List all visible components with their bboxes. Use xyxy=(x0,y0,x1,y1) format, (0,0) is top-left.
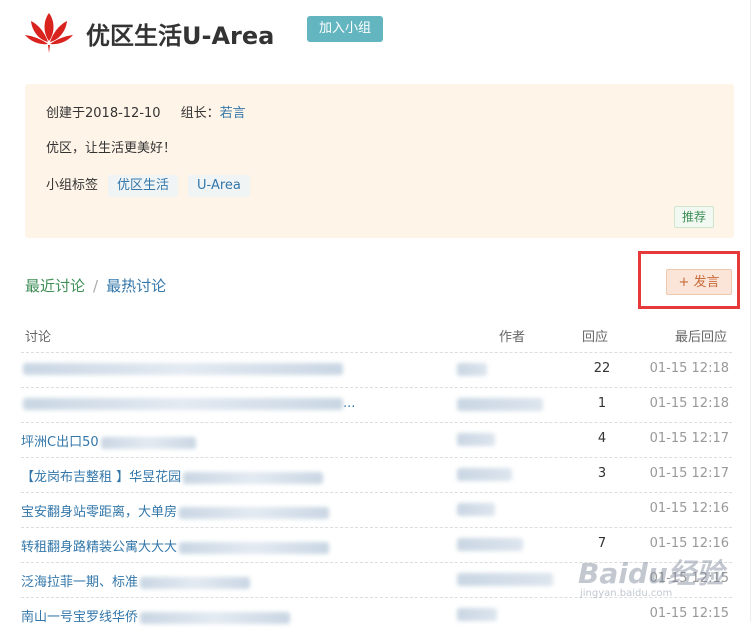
group-tags: 小组标签 优区生活 U-Area xyxy=(46,174,250,197)
watermark-main: Baidu经验 xyxy=(578,557,724,590)
created-date: 创建于2018-12-10 xyxy=(46,106,161,121)
table-row[interactable]: 22 01-15 12:18 xyxy=(21,352,732,387)
last-reply-time: 01-15 12:18 xyxy=(649,396,729,411)
table-header: 讨论 作者 回应 最后回应 xyxy=(25,326,731,350)
table-row[interactable]: ... 1 01-15 12:18 xyxy=(21,387,732,422)
reply-count: 1 xyxy=(597,396,607,411)
topic-link[interactable]: 宝安翻身站零距离，大单房 xyxy=(21,501,330,520)
header-topic: 讨论 xyxy=(25,330,52,345)
author-link[interactable] xyxy=(457,503,495,516)
tab-recent[interactable]: 最近讨论 xyxy=(25,277,85,295)
last-reply-time: 01-15 12:16 xyxy=(649,536,729,551)
last-reply-time: 01-15 12:17 xyxy=(649,466,729,481)
header-author: 作者 xyxy=(499,330,526,345)
leader-link[interactable]: 若言 xyxy=(220,106,246,121)
group-info-panel: 创建于2018-12-10 组长：若言 优区，让生活更美好！ 小组标签 优区生活 U-… xyxy=(25,84,734,238)
tab-hot[interactable]: 最热讨论 xyxy=(106,277,166,295)
topic-link[interactable]: 泛海拉菲一期、标准 xyxy=(21,571,251,590)
author-link[interactable] xyxy=(457,363,487,376)
reply-count: 3 xyxy=(597,466,607,481)
post-button[interactable]: + 发言 xyxy=(666,269,732,295)
reply-count: 7 xyxy=(597,536,607,551)
leader-label: 组长： xyxy=(180,106,220,121)
group-meta: 创建于2018-12-10 组长：若言 xyxy=(46,102,246,121)
reply-count: 22 xyxy=(593,361,611,376)
topic-link[interactable]: 转租翻身路精装公寓大大大 xyxy=(21,536,330,555)
table-row[interactable]: 宝安翻身站零距离，大单房 01-15 12:16 xyxy=(21,492,732,527)
watermark: Baidu经验 jingyan.baidu.com xyxy=(578,552,748,612)
topic-link[interactable]: 【龙岗布吉整租 】华昱花园 xyxy=(21,466,324,485)
topic-link[interactable]: 南山一号宝罗线华侨 xyxy=(21,606,291,625)
last-reply-time: 01-15 12:16 xyxy=(649,501,729,516)
lotus-logo-icon xyxy=(25,13,73,53)
author-link[interactable] xyxy=(457,468,512,481)
group-description: 优区，让生活更美好！ xyxy=(46,141,177,156)
tag-u-area[interactable]: U-Area xyxy=(188,175,250,197)
author-link[interactable] xyxy=(457,608,497,621)
author-link[interactable] xyxy=(457,398,543,411)
header-replies: 回应 xyxy=(582,330,609,345)
author-link[interactable] xyxy=(457,433,495,446)
table-row[interactable]: 【龙岗布吉整租 】华昱花园 3 01-15 12:17 xyxy=(21,457,732,492)
page-edge-divider xyxy=(750,0,751,622)
topic-link[interactable]: ... xyxy=(21,396,355,411)
tab-separator: / xyxy=(93,277,99,295)
topic-link[interactable]: 坪洲C出口50 xyxy=(21,431,196,450)
topic-link[interactable] xyxy=(21,361,343,376)
reply-count: 4 xyxy=(597,431,607,446)
tag-youqu[interactable]: 优区生活 xyxy=(108,175,179,197)
join-group-button[interactable]: 加入小组 xyxy=(307,16,383,42)
author-link[interactable] xyxy=(457,573,553,586)
group-title: 优区生活U-Area xyxy=(86,22,275,50)
tags-label: 小组标签 xyxy=(46,178,99,193)
discussion-tabs: 最近讨论 / 最热讨论 xyxy=(25,275,166,296)
last-reply-time: 01-15 12:17 xyxy=(649,431,729,446)
header-last-reply: 最后回应 xyxy=(675,330,728,345)
table-row[interactable]: 坪洲C出口50 4 01-15 12:17 xyxy=(21,422,732,457)
group-header: 优区生活U-Area 加入小组 xyxy=(24,8,724,53)
last-reply-time: 01-15 12:18 xyxy=(649,361,729,376)
recommend-button[interactable]: 推荐 xyxy=(673,206,714,228)
author-link[interactable] xyxy=(457,538,523,551)
